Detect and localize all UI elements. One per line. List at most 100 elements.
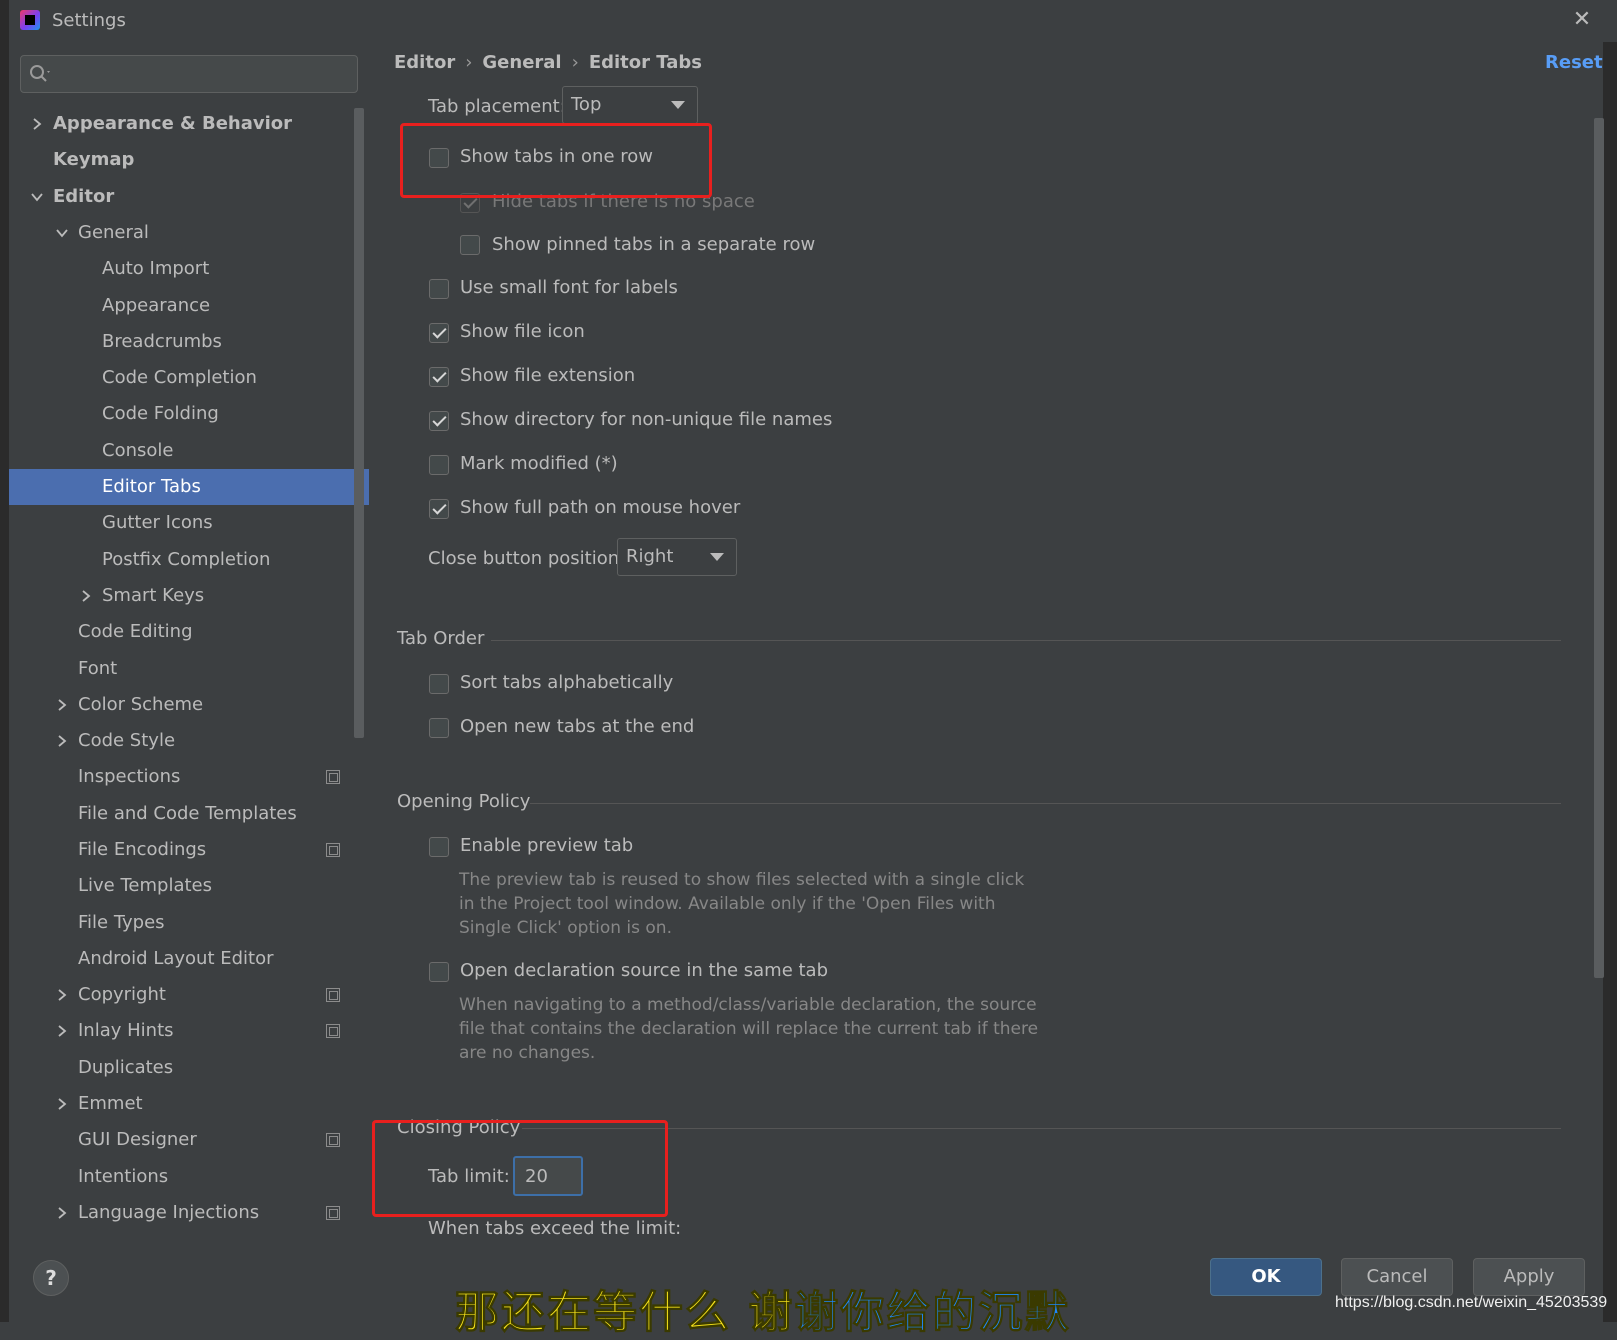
sidebar-item[interactable]: Breadcrumbs bbox=[9, 324, 354, 360]
sidebar-item[interactable]: File and Code Templates bbox=[9, 796, 354, 832]
chevron-down-icon[interactable] bbox=[31, 191, 43, 203]
open-at-end-checkbox[interactable] bbox=[429, 718, 449, 738]
sidebar-item[interactable]: Keymap bbox=[9, 142, 354, 178]
breadcrumb-item[interactable]: Editor bbox=[394, 52, 455, 73]
opening-policy-section-title: Opening Policy bbox=[397, 791, 531, 812]
sidebar-item-label: Smart Keys bbox=[102, 585, 205, 606]
video-subtitle-overlay: 那还在等什么 谢谢你给的沉默 bbox=[454, 1276, 1070, 1340]
section-divider bbox=[530, 803, 1561, 804]
close-button-position-dropdown[interactable]: Right bbox=[617, 538, 737, 576]
breadcrumb: Editor › General › Editor Tabs bbox=[394, 52, 702, 82]
sidebar-item[interactable]: Smart Keys bbox=[9, 578, 354, 614]
small-font-checkbox[interactable] bbox=[429, 279, 449, 299]
ok-button[interactable]: OK bbox=[1210, 1258, 1322, 1296]
sidebar-item[interactable]: Postfix Completion bbox=[9, 542, 354, 578]
sidebar-item[interactable]: Console bbox=[9, 433, 354, 469]
sidebar-item[interactable]: Gutter Icons bbox=[9, 505, 354, 541]
show-pinned-separate-label: Show pinned tabs in a separate row bbox=[492, 234, 816, 255]
full-path-hover-label: Show full path on mouse hover bbox=[460, 497, 741, 518]
sidebar-item[interactable]: Code Completion bbox=[9, 360, 354, 396]
tab-placement-value: Top bbox=[571, 94, 602, 115]
show-tabs-one-row-checkbox[interactable] bbox=[429, 148, 449, 168]
sidebar-item[interactable]: Inlay Hints bbox=[9, 1013, 354, 1049]
declaration-help-text: When navigating to a method/class/variab… bbox=[459, 993, 1038, 1065]
apply-button[interactable]: Apply bbox=[1473, 1258, 1585, 1296]
sidebar-item[interactable]: Copyright bbox=[9, 977, 354, 1013]
sidebar-item[interactable]: File Types bbox=[9, 905, 354, 941]
chevron-right-icon[interactable] bbox=[56, 1025, 68, 1037]
show-tabs-one-row-label: Show tabs in one row bbox=[460, 146, 653, 167]
sidebar-item[interactable]: Duplicates bbox=[9, 1050, 354, 1086]
full-path-hover-checkbox[interactable] bbox=[429, 499, 449, 519]
mark-modified-checkbox[interactable] bbox=[429, 455, 449, 475]
intellij-app-icon bbox=[20, 10, 40, 30]
sidebar-item-label: Live Templates bbox=[78, 875, 212, 896]
cancel-button[interactable]: Cancel bbox=[1341, 1258, 1453, 1296]
sidebar-item[interactable]: Code Editing bbox=[9, 614, 354, 650]
show-pinned-separate-checkbox[interactable] bbox=[460, 235, 480, 255]
enable-preview-tab-checkbox[interactable] bbox=[429, 837, 449, 857]
show-directory-checkbox[interactable] bbox=[429, 411, 449, 431]
sidebar-item-label: Code Completion bbox=[102, 367, 257, 388]
tab-limit-input[interactable] bbox=[513, 1156, 583, 1196]
sidebar-item[interactable]: Intentions bbox=[9, 1159, 354, 1195]
sidebar-item[interactable]: General bbox=[9, 215, 354, 251]
sidebar-item-label: Color Scheme bbox=[78, 694, 204, 715]
tab-placement-dropdown[interactable]: Top bbox=[562, 86, 698, 124]
chevron-right-icon[interactable] bbox=[56, 1207, 68, 1219]
sidebar-item[interactable]: Inspections bbox=[9, 759, 354, 795]
breadcrumb-item[interactable]: General bbox=[482, 52, 561, 73]
sidebar-item[interactable]: Color Scheme bbox=[9, 687, 354, 723]
sidebar-item[interactable]: GUI Designer bbox=[9, 1122, 354, 1158]
close-icon[interactable]: ✕ bbox=[1568, 6, 1596, 34]
sidebar-item[interactable]: Android Layout Editor bbox=[9, 941, 354, 977]
sidebar-item[interactable]: Editor bbox=[9, 179, 354, 215]
sidebar-item[interactable]: Auto Import bbox=[9, 251, 354, 287]
chevron-right-icon[interactable] bbox=[80, 590, 92, 602]
sidebar-item-label: Copyright bbox=[78, 984, 166, 1005]
chevron-down-icon[interactable] bbox=[56, 227, 68, 239]
declaration-same-tab-label: Open declaration source in the same tab bbox=[460, 960, 828, 981]
sidebar-item[interactable]: File Encodings bbox=[9, 832, 354, 868]
close-button-position-value: Right bbox=[626, 546, 674, 567]
copy-icon bbox=[326, 1024, 340, 1038]
left-edge-strip bbox=[0, 0, 9, 1322]
sidebar-item[interactable]: Appearance & Behavior bbox=[9, 106, 354, 142]
content-scrollbar[interactable] bbox=[1594, 118, 1604, 978]
sidebar-item-label: Breadcrumbs bbox=[102, 331, 222, 352]
sidebar-item-label: Editor Tabs bbox=[102, 476, 201, 497]
help-button[interactable]: ? bbox=[33, 1260, 69, 1296]
preview-tab-help-text: The preview tab is reused to show files … bbox=[459, 868, 1024, 940]
copy-icon bbox=[326, 843, 340, 857]
breadcrumb-separator: › bbox=[571, 52, 579, 73]
chevron-right-icon[interactable] bbox=[56, 989, 68, 1001]
hide-tabs-no-space-checkbox[interactable] bbox=[460, 193, 480, 213]
sidebar-item[interactable]: Code Folding bbox=[9, 396, 354, 432]
sidebar-item[interactable]: Appearance bbox=[9, 288, 354, 324]
sort-alphabetically-checkbox[interactable] bbox=[429, 674, 449, 694]
sidebar-item[interactable]: Code Style bbox=[9, 723, 354, 759]
chevron-right-icon[interactable] bbox=[31, 118, 43, 130]
chevron-right-icon[interactable] bbox=[56, 1098, 68, 1110]
sort-alphabetically-label: Sort tabs alphabetically bbox=[460, 672, 674, 693]
show-file-icon-checkbox[interactable] bbox=[429, 323, 449, 343]
sidebar-item[interactable]: Live Templates bbox=[9, 868, 354, 904]
sidebar-item-label: Code Folding bbox=[102, 403, 219, 424]
declaration-same-tab-checkbox[interactable] bbox=[429, 962, 449, 982]
chevron-right-icon[interactable] bbox=[56, 735, 68, 747]
sidebar-scrollbar[interactable] bbox=[354, 108, 364, 738]
search-input[interactable] bbox=[20, 55, 358, 93]
help-line: file that contains the declaration will … bbox=[459, 1019, 1039, 1039]
reset-link[interactable]: Reset bbox=[1545, 52, 1603, 73]
sidebar-item[interactable]: Font bbox=[9, 651, 354, 687]
sidebar-item[interactable]: Emmet bbox=[9, 1086, 354, 1122]
help-line: Single Click' option is on. bbox=[459, 918, 672, 938]
sidebar-item[interactable]: Editor Tabs bbox=[9, 469, 369, 505]
sidebar-item[interactable]: Language Injections bbox=[9, 1195, 354, 1231]
sidebar-item-label: File and Code Templates bbox=[78, 803, 297, 824]
show-file-extension-checkbox[interactable] bbox=[429, 367, 449, 387]
breadcrumb-separator: › bbox=[465, 52, 473, 73]
chevron-right-icon[interactable] bbox=[56, 699, 68, 711]
small-font-label: Use small font for labels bbox=[460, 277, 678, 298]
copy-icon bbox=[326, 770, 340, 784]
